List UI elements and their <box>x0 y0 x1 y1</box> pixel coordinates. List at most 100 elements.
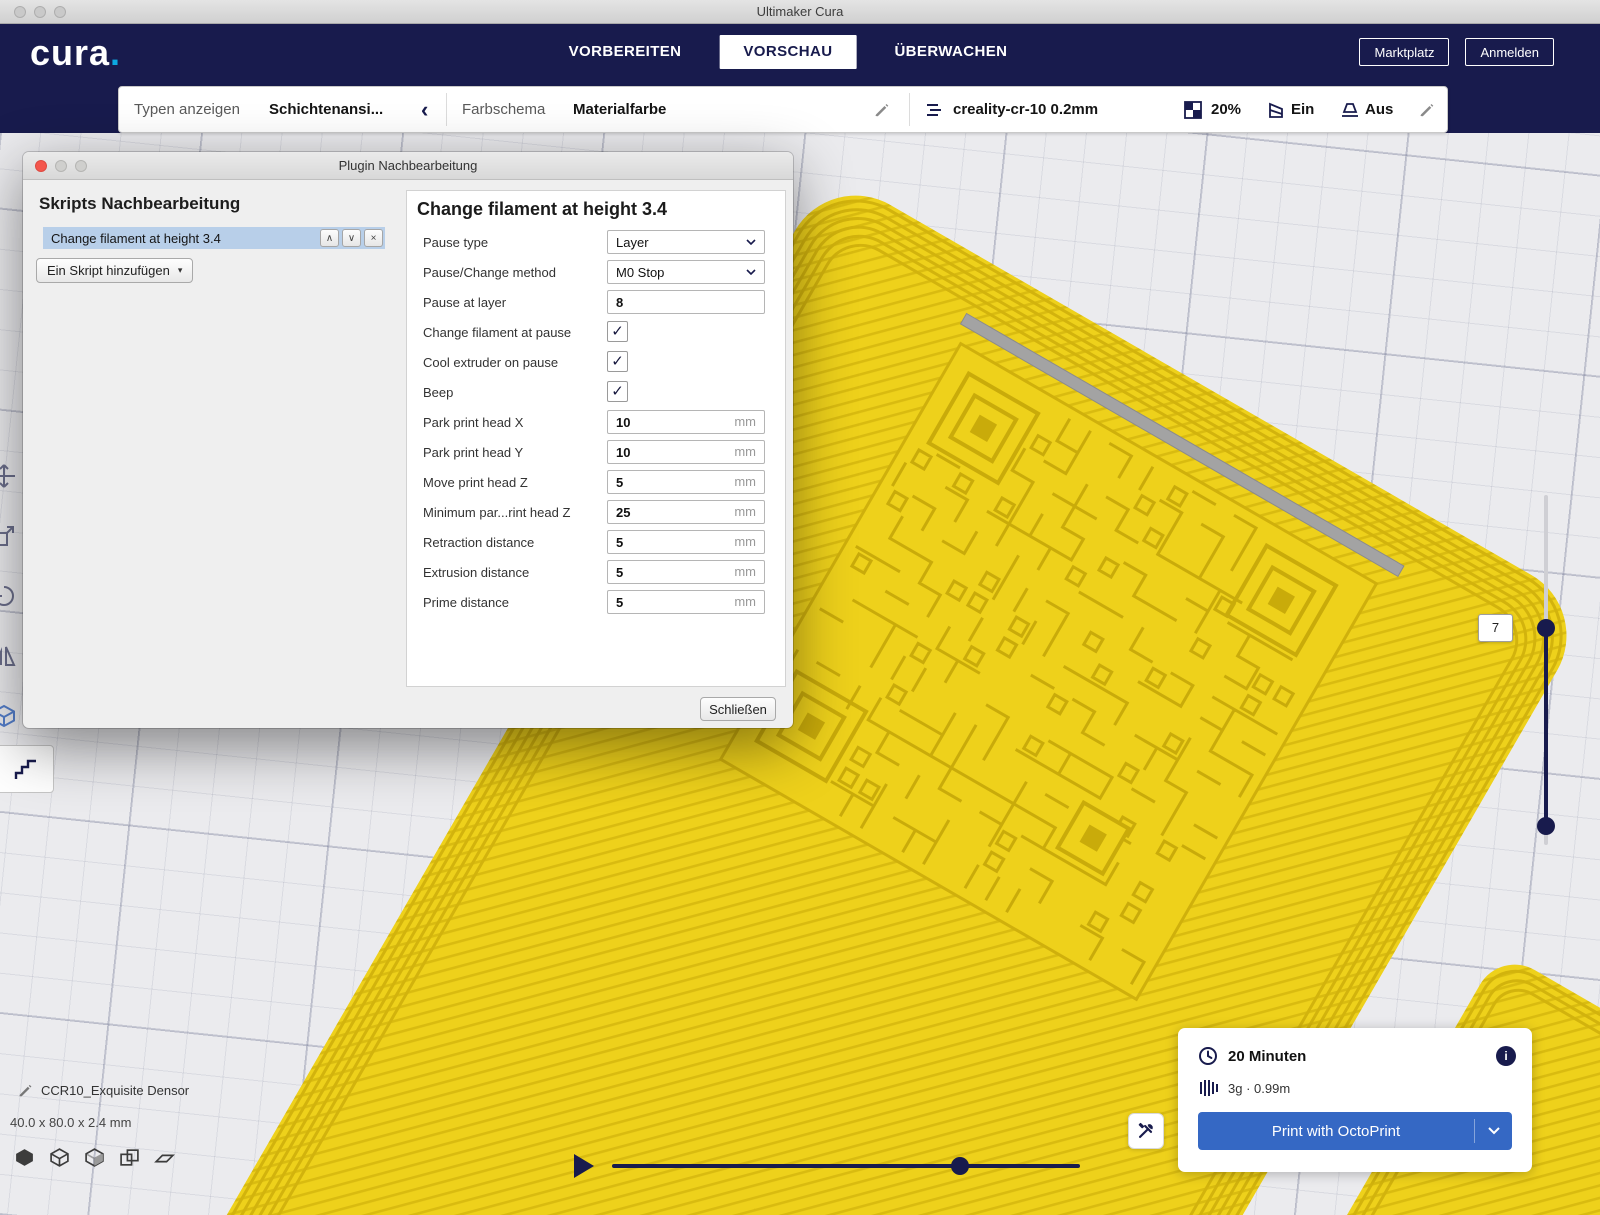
layer-slider-range[interactable] <box>1544 628 1548 826</box>
mirror-tool-button[interactable] <box>0 643 17 669</box>
toolbar-divider <box>446 93 447 126</box>
check-icon: ✓ <box>611 353 624 370</box>
view-icon-solid[interactable] <box>14 1147 35 1171</box>
field-label: Beep <box>423 385 453 400</box>
tab-ueberwachen[interactable]: ÜBERWACHEN <box>870 35 1031 69</box>
clock-icon <box>1198 1046 1218 1066</box>
script-move-up-button[interactable]: ∧ <box>320 229 339 247</box>
layer-slider-upper-handle[interactable] <box>1537 619 1555 637</box>
post-processing-dialog: Plugin Nachbearbeitung Skripts Nachbearb… <box>23 152 793 728</box>
color-scheme-label: Farbschema <box>462 87 545 132</box>
field-label: Retraction distance <box>423 535 534 550</box>
extrusion-distance-field: mm <box>607 560 765 584</box>
script-remove-button[interactable]: × <box>364 229 383 247</box>
layers-steps-icon <box>12 755 40 783</box>
change-filament-checkbox[interactable]: ✓ <box>607 321 628 342</box>
window-close-button[interactable] <box>14 6 26 18</box>
field-row-pause-at-layer: Pause at layer <box>407 287 785 317</box>
field-label: Park print head Y <box>423 445 523 460</box>
pencil-icon <box>1419 102 1435 118</box>
dialog-close-action-button[interactable]: Schließen <box>700 697 776 721</box>
tab-vorschau[interactable]: VORSCHAU <box>719 35 856 69</box>
script-move-down-button[interactable]: ∨ <box>342 229 361 247</box>
edit-view-settings-button[interactable] <box>874 87 890 132</box>
marketplace-button[interactable]: Marktplatz <box>1359 38 1449 66</box>
view-type-value[interactable]: Schichtenansi... <box>269 87 383 132</box>
unit-label: mm <box>734 561 756 583</box>
cool-extruder-checkbox[interactable]: ✓ <box>607 351 628 372</box>
field-row-retraction: Retraction distance mm <box>407 527 785 557</box>
window-zoom-button[interactable] <box>54 6 66 18</box>
field-row-park-y: Park print head Y mm <box>407 437 785 467</box>
retraction-distance-field: mm <box>607 530 765 554</box>
support-icon <box>1267 87 1285 132</box>
edit-print-settings-button[interactable] <box>1419 87 1435 132</box>
view-type-label: Typen anzeigen <box>134 87 240 132</box>
add-script-label: Ein Skript hinzufügen <box>47 263 170 278</box>
chevron-down-icon <box>1488 1127 1500 1135</box>
collapse-panel-icon[interactable]: ‹ <box>421 87 428 132</box>
script-list-item-selected[interactable]: Change filament at height 3.4 ∧ ∨ × <box>43 227 385 249</box>
infill-value[interactable]: 20% <box>1211 87 1241 132</box>
field-label: Move print head Z <box>423 475 528 490</box>
select-value: Layer <box>616 235 649 250</box>
print-options-caret[interactable] <box>1474 1119 1512 1143</box>
dialog-window-controls <box>35 160 87 172</box>
printer-profile[interactable]: creality-cr-10 0.2mm <box>953 87 1098 132</box>
dialog-zoom-button[interactable] <box>75 160 87 172</box>
beep-checkbox[interactable]: ✓ <box>607 381 628 402</box>
select-value: M0 Stop <box>616 265 664 280</box>
unit-label: mm <box>734 501 756 523</box>
stage-tabs: VORBEREITEN VORSCHAU ÜBERWACHEN <box>545 35 1032 69</box>
play-button[interactable] <box>573 1153 595 1179</box>
prime-distance-field: mm <box>607 590 765 614</box>
window-minimize-button[interactable] <box>34 6 46 18</box>
scale-tool-button[interactable] <box>0 523 17 549</box>
model-dimensions: 40.0 x 80.0 x 2.4 mm <box>10 1115 131 1130</box>
dialog-close-button[interactable] <box>35 160 47 172</box>
dialog-minimize-button[interactable] <box>55 160 67 172</box>
support-value[interactable]: Ein <box>1291 87 1314 132</box>
layer-slider-lower-handle[interactable] <box>1537 817 1555 835</box>
move-z-field: mm <box>607 470 765 494</box>
field-row-move-z: Move print head Z mm <box>407 467 785 497</box>
scripts-heading: Skripts Nachbearbeitung <box>39 194 240 214</box>
field-row-extrusion: Extrusion distance mm <box>407 557 785 587</box>
pause-type-select[interactable]: Layer <box>607 230 765 254</box>
pause-at-layer-input[interactable] <box>608 291 764 313</box>
simulation-slider-track[interactable] <box>612 1164 1080 1168</box>
field-row-park-x: Park print head X mm <box>407 407 785 437</box>
unit-label: mm <box>734 441 756 463</box>
dropdown-caret-icon: ▾ <box>178 265 183 276</box>
logo-dot: . <box>110 32 121 73</box>
field-label: Extrusion distance <box>423 565 529 580</box>
stage-toolbar: Typen anzeigen Schichtenansi... ‹ Farbsc… <box>118 86 1448 133</box>
camera-tools-button[interactable] <box>1128 1113 1164 1149</box>
dialog-titlebar[interactable]: Plugin Nachbearbeitung <box>23 152 793 180</box>
add-script-button[interactable]: Ein Skript hinzufügen ▾ <box>36 258 193 283</box>
signin-button[interactable]: Anmelden <box>1465 38 1554 66</box>
simulation-slider-handle[interactable] <box>951 1157 969 1175</box>
field-label: Cool extruder on pause <box>423 355 558 370</box>
pause-at-layer-field <box>607 290 765 314</box>
object-list-panel[interactable] <box>0 745 54 793</box>
per-model-settings-button[interactable] <box>0 703 17 729</box>
edit-model-name-icon[interactable] <box>18 1083 33 1098</box>
pause-method-select[interactable]: M0 Stop <box>607 260 765 284</box>
check-icon: ✓ <box>611 323 624 340</box>
adhesion-icon <box>1341 87 1359 132</box>
print-with-octoprint-button[interactable]: Print with OctoPrint <box>1198 1112 1512 1150</box>
view-icon-cube[interactable] <box>49 1147 70 1171</box>
check-icon: ✓ <box>611 383 624 400</box>
tab-vorbereiten[interactable]: VORBEREITEN <box>545 35 706 69</box>
view-icon-face[interactable] <box>84 1147 105 1171</box>
view-icon-sheet[interactable] <box>154 1147 175 1171</box>
view-icon-group[interactable] <box>119 1147 140 1171</box>
color-scheme-value[interactable]: Materialfarbe <box>573 87 666 132</box>
adhesion-value[interactable]: Aus <box>1365 87 1393 132</box>
move-tool-button[interactable] <box>0 463 17 489</box>
field-label: Minimum par...rint head Z <box>423 505 570 520</box>
info-icon[interactable]: i <box>1496 1046 1516 1066</box>
rotate-tool-button[interactable] <box>0 583 17 609</box>
field-row-change-filament: Change filament at pause ✓ <box>407 317 785 347</box>
